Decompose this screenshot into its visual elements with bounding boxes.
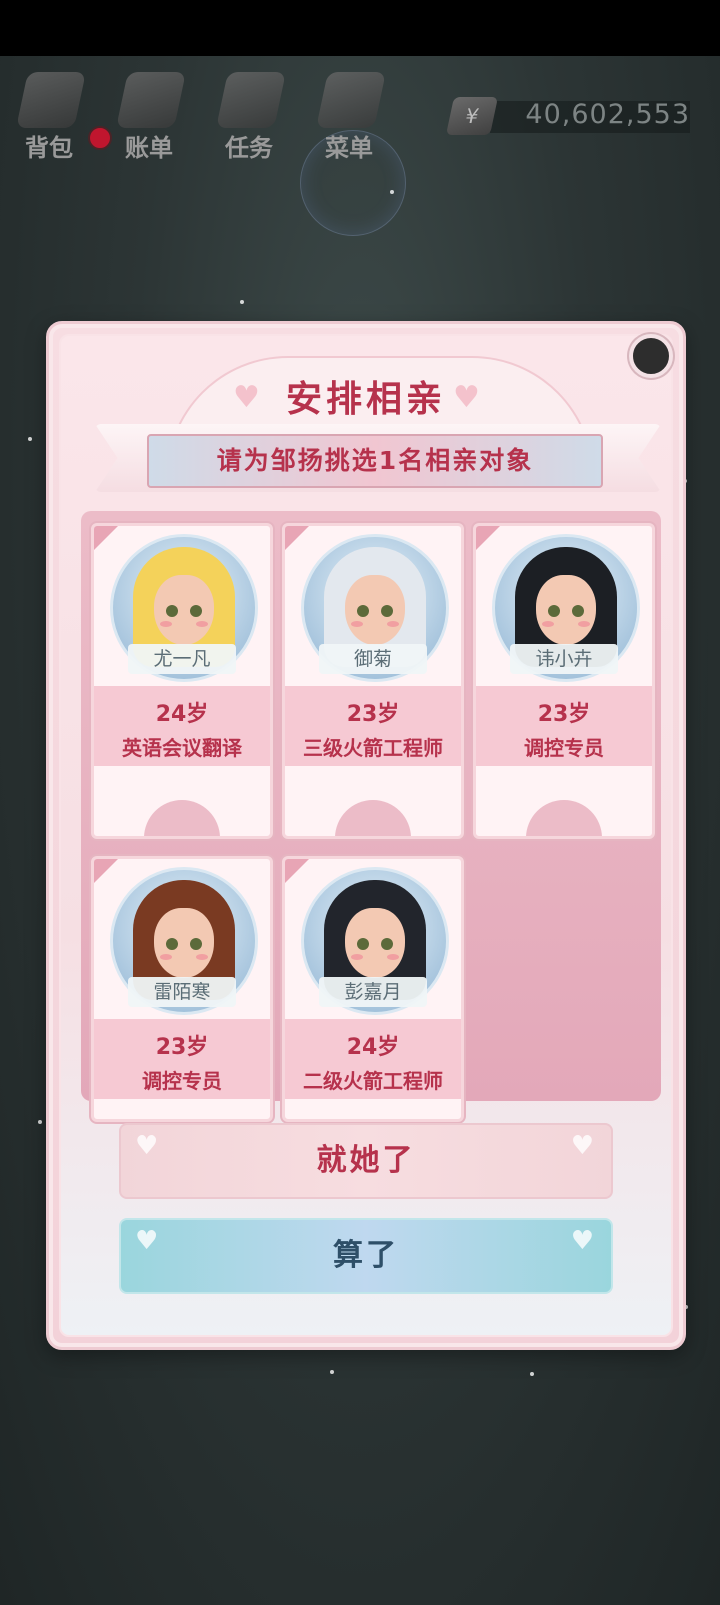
card-notch [335,800,411,836]
heart-icon: ♥ [135,1131,162,1161]
avatar-eye [190,605,202,617]
card-notch [526,800,602,836]
candidate-job: 三级火箭工程师 [303,736,443,760]
avatar-eye [190,938,202,950]
avatar-blush [196,621,208,627]
avatar-blush [578,621,590,627]
avatar-eye [381,605,393,617]
card-corner [476,526,500,550]
heart-icon: ♥ [135,1226,162,1256]
avatar-blush [387,621,399,627]
matchmaking-dialog: 安排相亲 ♥ ♥ 请为邹扬挑选1名相亲对象 尤一凡 24岁 英语会议翻译 御菊 … [46,321,686,1350]
menu-button[interactable]: 菜单 [304,66,394,166]
star [530,1372,534,1376]
star [28,437,32,441]
candidate-card[interactable]: 尤一凡 24岁 英语会议翻译 [91,523,273,839]
avatar-blush [160,621,172,627]
heart-icon: ♥ [570,1131,597,1161]
card-notch [144,800,220,836]
candidate-card[interactable]: 雷陌寒 23岁 调控专员 [91,856,273,1122]
candidate-age: 23岁 [537,702,591,727]
candidate-card[interactable]: 御菊 23岁 三级火箭工程师 [282,523,464,839]
candidate-card[interactable]: 讳小卉 23岁 调控专员 [473,523,655,839]
cancel-button[interactable]: 算了 ♥ ♥ [119,1218,613,1294]
card-corner [94,526,118,550]
status-bar [0,0,720,56]
star [38,1120,42,1124]
avatar-blush [160,954,172,960]
money-value: 40,602,553 [525,99,690,130]
candidate-age: 24岁 [155,702,209,727]
bill-icon [116,72,186,128]
dialog-inner: 安排相亲 ♥ ♥ 请为邹扬挑选1名相亲对象 尤一凡 24岁 英语会议翻译 御菊 … [59,334,673,1337]
candidate-job: 调控专员 [524,736,604,760]
candidate-job: 二级火箭工程师 [303,1069,443,1093]
candidate-job: 英语会议翻译 [122,736,242,760]
avatar-blush [196,954,208,960]
avatar-eye [357,938,369,950]
menu-icon [316,72,386,128]
card-corner [285,859,309,883]
money-display: ¥ 40,602,553 [445,97,690,137]
candidate-name: 彭嘉月 [319,977,427,1007]
card-corner [94,859,118,883]
bill-label: 账单 [125,134,173,162]
bill-button[interactable]: 账单 [104,66,194,166]
heart-icon: ♥ [453,380,480,415]
avatar-face [154,908,214,978]
avatar-face [345,908,405,978]
candidate-name: 雷陌寒 [128,977,236,1007]
avatar-face [154,575,214,645]
avatar-face [345,575,405,645]
heart-icon: ♥ [233,380,260,415]
task-icon [216,72,286,128]
task-label: 任务 [225,134,273,162]
avatar-eye [166,605,178,617]
avatar-face [536,575,596,645]
cancel-button-label: 算了 [333,1238,399,1273]
bag-icon [16,72,86,128]
menu-label: 菜单 [325,134,373,162]
avatar-eye [166,938,178,950]
candidate-grid: 尤一凡 24岁 英语会议翻译 御菊 23岁 三级火箭工程师 讳小卉 23岁 调控… [81,511,661,1122]
avatar-blush [351,954,363,960]
confirm-button-label: 就她了 [316,1143,416,1178]
avatar-eye [381,938,393,950]
confirm-button[interactable]: 就她了 ♥ ♥ [119,1123,613,1199]
dialog-subtitle: 请为邹扬挑选1名相亲对象 [147,434,603,488]
candidate-age: 24岁 [346,1035,400,1060]
star [240,300,244,304]
avatar-eye [548,605,560,617]
candidate-job: 调控专员 [142,1069,222,1093]
heart-icon: ♥ [570,1226,597,1256]
candidate-name: 尤一凡 [128,644,236,674]
avatar-eye [572,605,584,617]
avatar-eye [357,605,369,617]
avatar-blush [542,621,554,627]
bag-label: 背包 [25,134,73,162]
currency-icon: ¥ [445,97,499,135]
card-corner [285,526,309,550]
star [330,1370,334,1374]
candidate-card[interactable]: 彭嘉月 24岁 二级火箭工程师 [282,856,464,1122]
dialog-title: 安排相亲 [285,379,446,420]
candidate-age: 23岁 [346,702,400,727]
avatar-blush [387,954,399,960]
close-button[interactable] [629,334,673,378]
candidate-age: 23岁 [155,1035,209,1060]
candidate-name: 御菊 [319,644,427,674]
candidate-name: 讳小卉 [510,644,618,674]
avatar-blush [351,621,363,627]
bag-button[interactable]: 背包 [4,66,94,166]
task-button[interactable]: 任务 [204,66,294,166]
